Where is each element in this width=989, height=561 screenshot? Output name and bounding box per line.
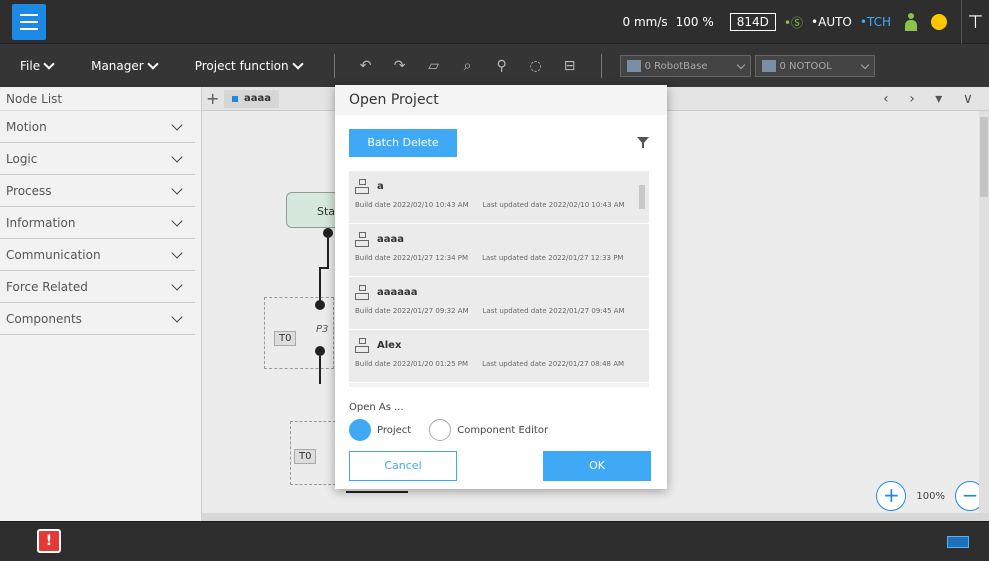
tab-indicator-icon [232,95,238,102]
tool-select[interactable]: 0 NOTOOL [754,55,875,77]
sidebar-item-communication[interactable]: Communication [0,239,195,271]
filter-icon[interactable] [637,137,649,149]
override-readout: 100 % [675,15,714,29]
project-list-scrollbar[interactable] [637,175,647,383]
frame-indicator[interactable]: •TCH [860,15,891,29]
list-item[interactable]: aaaaaa Build date 2022/01/27 09:32 AM Las… [349,277,649,330]
keyboard-icon[interactable] [947,536,969,548]
chevron-down-icon [171,182,183,195]
tool-label: T0 [274,331,297,346]
search-icon[interactable]: ⌕ [459,58,477,74]
project-tree-icon [355,338,369,353]
bottom-bar: ! [0,521,989,561]
variable-icon[interactable]: ⊟ [561,58,579,74]
project-radio-label: Project [377,424,412,436]
redo-icon[interactable]: ↷ [391,58,409,74]
zoom-in-button[interactable]: + [876,481,907,511]
list-item[interactable]: a Build date 2022/02/10 10:43 AM Last upd… [349,171,649,224]
ok-button[interactable]: OK [543,451,651,481]
component-editor-radio[interactable] [429,419,452,441]
robot-base-select[interactable]: 0 RobotBase [619,55,751,77]
project-tree-icon [355,285,369,300]
chevron-down-icon [43,58,55,70]
tool-label: T0 [294,449,317,464]
canvas-horizontal-scrollbar[interactable] [202,513,989,521]
power-status-icon[interactable] [931,14,947,30]
main-toolbar: File Manager Project function ↶ ↷ ▱ ⌕ ⚲ … [0,45,989,87]
point-label: P3 [316,324,329,335]
toolbar-divider [333,54,335,78]
tab-project[interactable]: aaaa [224,89,279,108]
zoom-level: 100% [916,490,945,502]
robot-status-icon[interactable] [905,13,917,31]
connector-dot [323,228,333,238]
chevron-down-icon [171,246,183,259]
base-icon [626,60,641,72]
chevron-down-icon [171,150,183,163]
component-editor-radio-label: Component Editor [457,424,549,436]
flow-line [327,238,329,268]
file-menu[interactable]: File [20,58,55,73]
flow-line [319,267,321,301]
speed-readout: 0 mm/s [622,15,668,29]
comment-icon[interactable]: ◌ [527,58,545,74]
status-code-badge[interactable]: 814D [729,13,776,31]
sidebar-item-force-related[interactable]: Force Related [0,271,195,303]
dialog-title: Open Project [335,85,667,115]
zoom-controls: + 100% − [876,481,985,511]
manager-menu[interactable]: Manager [91,58,159,73]
project-name: aaaa [377,233,404,245]
project-tree-icon [355,179,369,194]
tool-icon [761,60,776,72]
teach-point-icon[interactable]: ⚲ [493,58,511,74]
sidebar-title: Node List [0,87,201,111]
chevron-down-icon [171,310,183,323]
undo-icon[interactable]: ↶ [357,58,375,74]
chevron-down-icon [736,60,745,69]
flow-line [319,356,321,384]
list-item[interactable]: aaaa Build date 2022/01/27 12:34 PM Last … [349,224,649,277]
top-bar: 0 mm/s 100 % 814D •Ⓢ •AUTO •TCH ⊤ [0,0,989,44]
toolbar-divider [600,54,602,78]
cancel-button[interactable]: Cancel [349,451,457,481]
project-name: a [377,180,384,192]
canvas-vertical-scrollbar[interactable] [979,111,989,515]
eraser-icon[interactable]: ▱ [425,58,443,74]
open-as-label: Open As ... [349,402,404,413]
open-as-options: Project Component Editor [349,419,548,441]
hamburger-menu-button[interactable] [12,4,46,40]
sidebar-item-information[interactable]: Information [0,207,195,239]
mode-indicator[interactable]: •AUTO [811,15,852,29]
chevron-down-icon [171,278,183,291]
node-list-sidebar: Node List Motion Logic Process Informati… [0,87,202,521]
project-list: a Build date 2022/02/10 10:43 AM Last upd… [349,171,649,387]
project-name: aaaaaa [377,286,418,298]
sidebar-item-components[interactable]: Components [0,303,195,335]
batch-delete-button[interactable]: Batch Delete [349,129,457,157]
alarm-icon[interactable]: ! [37,529,61,553]
open-project-dialog: Open Project Batch Delete a Build date 2… [335,85,667,489]
chevron-down-icon [171,214,183,227]
safety-indicator: •Ⓢ [783,15,804,30]
connector-dot [315,346,325,356]
chevron-down-icon [171,118,183,131]
sidebar-item-logic[interactable]: Logic [0,143,195,175]
list-item[interactable]: Alex Build date 2022/01/20 01:25 PM Last … [349,330,649,383]
plug-icon[interactable]: ⊤ [961,0,989,44]
chevron-down-icon [860,60,870,69]
sidebar-item-motion[interactable]: Motion [0,111,195,143]
sidebar-item-process[interactable]: Process [0,175,195,207]
project-tree-icon [355,232,369,247]
status-area: 0 mm/s 100 % 814D •Ⓢ •AUTO •TCH ⊤ [623,0,989,44]
project-name: Alex [377,339,402,351]
flow-line [346,491,408,493]
connector-dot [315,300,325,310]
project-function-menu[interactable]: Project function [195,58,304,73]
canvas-nav-controls[interactable]: ‹ › ▾ ∨ [883,91,981,107]
chevron-down-icon [147,58,159,70]
project-radio[interactable] [349,419,371,441]
add-tab-icon[interactable]: + [206,90,220,106]
chevron-down-icon [291,58,304,70]
